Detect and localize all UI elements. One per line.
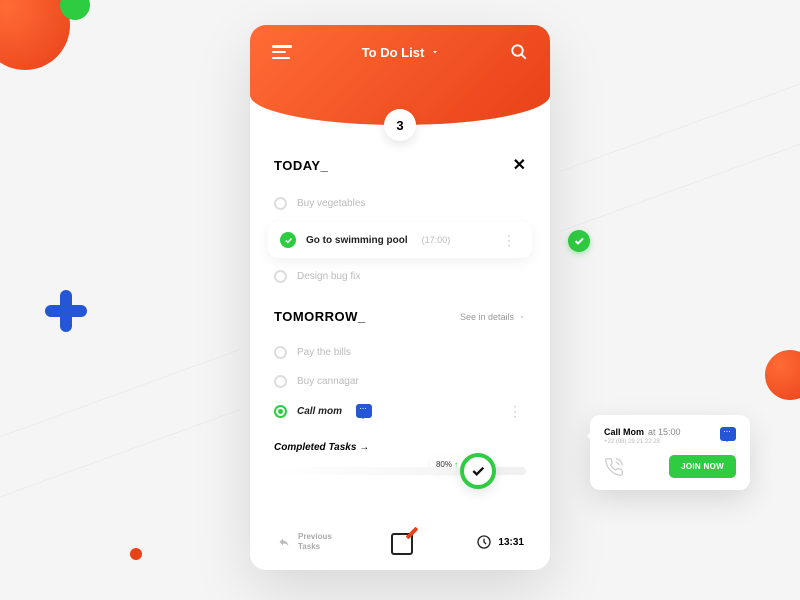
current-time: 13:31 xyxy=(476,534,524,550)
section-title-today: TODAY_ xyxy=(274,158,328,173)
task-sections: TODAY_ ✕ Buy vegetables Go to swimming p… xyxy=(250,125,550,507)
chevron-down-icon xyxy=(430,47,440,57)
app-footer: Previous Tasks 13:31 xyxy=(250,514,550,570)
popup-title: Call Momat 15:00 xyxy=(604,427,736,437)
call-popup: Call Momat 15:00 +22 (98) 29 21 22 28 JO… xyxy=(590,415,750,490)
join-now-button[interactable]: JOIN NOW xyxy=(669,455,736,478)
count-badge: 3 xyxy=(384,109,416,141)
check-icon xyxy=(568,230,590,252)
more-icon[interactable]: ⋮ xyxy=(498,238,520,242)
task-row[interactable]: Buy cannagar xyxy=(274,367,526,396)
decor-line xyxy=(0,349,241,453)
task-row[interactable]: Design bug fix xyxy=(274,262,526,291)
task-row-active[interactable]: Go to swimming pool (17:00) ⋮ xyxy=(268,222,532,258)
message-icon[interactable] xyxy=(720,427,736,441)
decor-circle xyxy=(0,0,70,70)
compose-button[interactable] xyxy=(391,529,417,555)
previous-tasks-button[interactable]: Previous Tasks xyxy=(276,532,332,551)
see-details-link[interactable]: See in details xyxy=(460,312,526,322)
task-row[interactable]: Pay the bills xyxy=(274,338,526,367)
app-frame: To Do List 3 TODAY_ ✕ Buy vegetables Go … xyxy=(250,25,550,570)
task-time: (17:00) xyxy=(422,235,451,245)
plus-icon xyxy=(45,290,87,332)
slider-handle[interactable] xyxy=(460,453,496,489)
task-row[interactable]: Buy vegetables xyxy=(274,189,526,218)
clock-icon xyxy=(476,534,492,550)
reply-icon xyxy=(276,536,292,548)
decor-circle xyxy=(765,350,800,400)
message-icon xyxy=(356,404,372,418)
decor-line xyxy=(559,129,800,233)
chevron-down-icon xyxy=(518,313,526,321)
page-title[interactable]: To Do List xyxy=(362,45,441,60)
check-icon xyxy=(280,232,296,248)
menu-icon[interactable] xyxy=(272,45,292,59)
decor-circle xyxy=(130,548,142,560)
more-icon[interactable]: ⋮ xyxy=(504,409,526,413)
section-title-tomorrow: TOMORROW_ xyxy=(274,309,366,324)
popup-phone-number: +22 (98) 29 21 22 28 xyxy=(604,439,736,445)
app-header: To Do List 3 xyxy=(250,25,550,125)
completed-tasks-link[interactable]: Completed Tasks → xyxy=(274,442,526,453)
progress-slider[interactable] xyxy=(274,467,526,475)
phone-icon[interactable] xyxy=(604,457,624,477)
progress-area: 80% xyxy=(274,467,526,507)
search-icon[interactable] xyxy=(510,43,528,61)
close-icon[interactable]: ✕ xyxy=(513,155,526,175)
task-row-emphasis[interactable]: Call mom ⋮ xyxy=(274,396,526,426)
